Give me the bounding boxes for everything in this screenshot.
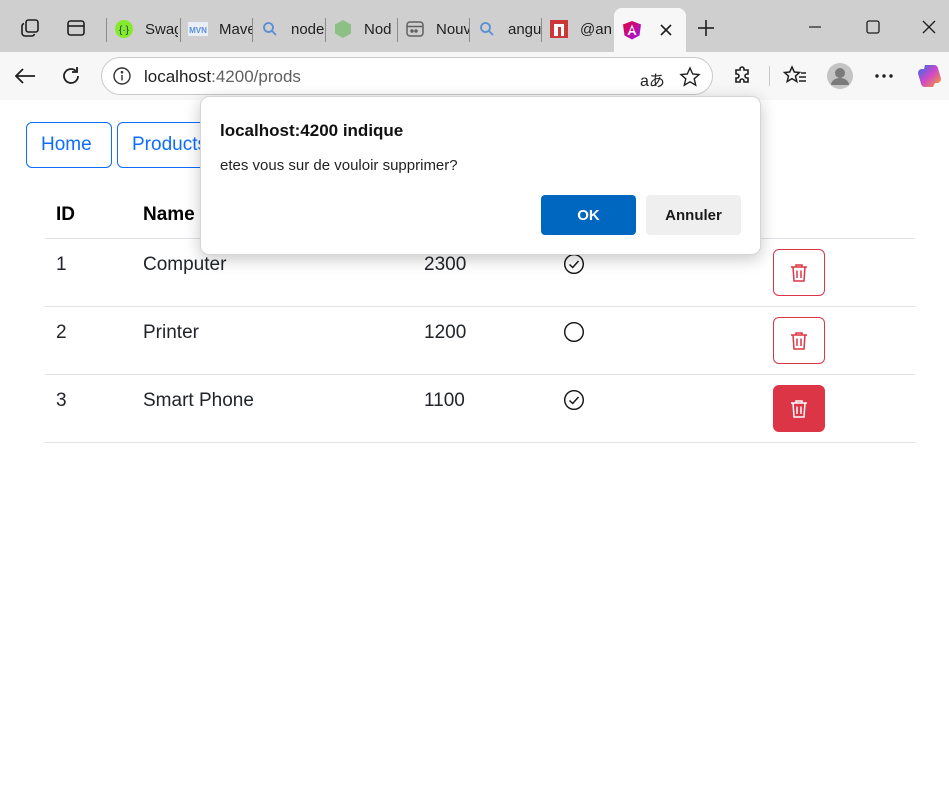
- delete-button-active[interactable]: [773, 385, 825, 432]
- dialog-message: etes vous sur de vouloir supprimer?: [220, 157, 458, 174]
- tab-title: @an: [580, 20, 612, 38]
- tab-swagger[interactable]: {·} Swag: [106, 10, 178, 48]
- cell-id: 3: [56, 390, 67, 411]
- column-header-id: ID: [56, 204, 75, 225]
- favorites-icon[interactable]: [781, 62, 809, 90]
- swagger-icon: {·}: [114, 19, 134, 39]
- tab-new[interactable]: Nouv: [397, 10, 469, 48]
- nodejs-icon: [333, 19, 353, 39]
- tab-search-angular[interactable]: angu: [469, 10, 541, 48]
- profile-avatar-icon[interactable]: [826, 62, 854, 90]
- cell-price: 2300: [424, 254, 467, 275]
- check-circle-icon[interactable]: [563, 389, 585, 411]
- svg-text:MVN: MVN: [189, 26, 207, 35]
- column-header-name: Name: [143, 204, 195, 225]
- browser-toolbar: localhost:4200/prods aあ: [0, 52, 949, 100]
- check-circle-icon[interactable]: [563, 253, 585, 275]
- ok-button[interactable]: OK: [541, 195, 636, 235]
- new-tab-icon: [405, 19, 425, 39]
- tab-title: Nouv: [436, 20, 469, 38]
- tab-actions-icon[interactable]: [62, 14, 90, 42]
- svg-text:{·}: {·}: [119, 25, 130, 36]
- tab-title: angu: [508, 20, 541, 38]
- npm-icon: [549, 19, 569, 39]
- back-arrow-icon[interactable]: [11, 62, 39, 90]
- tab-title: Mave: [219, 20, 252, 38]
- url-text: localhost:4200/prods: [144, 67, 301, 87]
- copilot-icon[interactable]: [916, 62, 944, 90]
- cell-id: 2: [56, 322, 67, 343]
- tab-title: Swag: [145, 20, 178, 38]
- angular-icon: [622, 20, 642, 40]
- window-close-button[interactable]: [914, 12, 944, 42]
- more-menu-icon[interactable]: [870, 62, 898, 90]
- tab-nodejs[interactable]: Nod: [325, 10, 397, 48]
- cancel-button[interactable]: Annuler: [646, 195, 741, 235]
- trash-icon: [791, 331, 807, 350]
- table-row: 2 Printer 1200: [45, 307, 915, 375]
- new-tab-button[interactable]: [692, 14, 720, 42]
- confirm-dialog: localhost:4200 indique etes vous sur de …: [200, 96, 761, 255]
- tab-angular-active[interactable]: [614, 8, 686, 52]
- cell-name: Printer: [143, 322, 199, 343]
- address-bar[interactable]: localhost:4200/prods aあ: [101, 57, 713, 95]
- maximize-button[interactable]: [858, 12, 888, 42]
- tab-npm[interactable]: @an: [541, 10, 613, 48]
- cell-price: 1100: [424, 390, 465, 411]
- cell-name: Smart Phone: [143, 390, 254, 411]
- search-icon: [477, 19, 497, 39]
- tab-strip: {·} Swag MVN Mave node Nod Nouv angu @an: [0, 0, 949, 52]
- tab-search-node[interactable]: node: [252, 10, 324, 48]
- trash-icon: [791, 263, 807, 282]
- table-row: 3 Smart Phone 1100: [45, 375, 915, 443]
- empty-circle-icon[interactable]: [563, 321, 585, 343]
- trash-icon: [791, 399, 807, 418]
- cell-name: Computer: [143, 254, 227, 275]
- tab-title: Nod: [364, 20, 392, 38]
- tab-maven[interactable]: MVN Mave: [180, 10, 252, 48]
- cell-id: 1: [56, 254, 67, 275]
- close-icon[interactable]: [656, 20, 676, 40]
- search-icon: [260, 19, 280, 39]
- tab-title: node: [291, 20, 324, 38]
- minimize-button[interactable]: [800, 12, 830, 42]
- cell-price: 1200: [424, 322, 467, 343]
- favorite-star-icon[interactable]: [679, 66, 701, 93]
- url-path: :4200/prods: [211, 67, 301, 86]
- toolbar-divider: [769, 66, 770, 86]
- site-info-icon[interactable]: [112, 66, 132, 91]
- home-nav-button[interactable]: Home: [26, 122, 112, 168]
- translate-icon[interactable]: aあ: [640, 67, 665, 91]
- extensions-icon[interactable]: [729, 62, 757, 90]
- delete-button[interactable]: [773, 317, 825, 364]
- refresh-icon[interactable]: [57, 62, 85, 90]
- delete-button[interactable]: [773, 249, 825, 296]
- workspaces-icon[interactable]: [16, 14, 44, 42]
- url-host: localhost: [144, 67, 212, 86]
- maven-icon: MVN: [188, 19, 208, 39]
- dialog-title: localhost:4200 indique: [220, 121, 404, 140]
